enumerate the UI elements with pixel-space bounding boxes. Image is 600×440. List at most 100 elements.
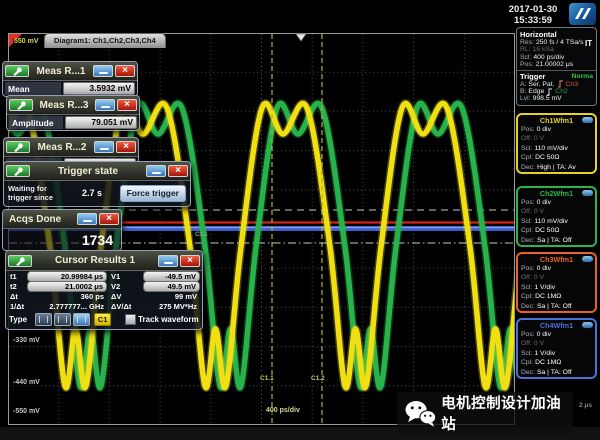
v2-value-field[interactable]: 49.5 mV xyxy=(143,281,200,292)
channel-box-ch3[interactable]: Ch3Wfm1 Pos:0 div Off:0 V Scl:1 V/div Cp… xyxy=(516,252,597,313)
settings-wrench-button[interactable] xyxy=(8,255,32,267)
rs-logo-icon xyxy=(569,3,596,25)
cursor1-hline-label: C1.1 xyxy=(194,232,209,238)
close-icon[interactable]: × xyxy=(116,141,136,153)
track-waveform-label: Track waveform xyxy=(138,315,198,324)
t1-label: t1 xyxy=(8,272,25,281)
settings-wrench-button[interactable] xyxy=(6,165,30,177)
dt-value: 360 ps xyxy=(27,292,107,301)
cursor-results-panel: Cursor Results 1 × t1 20.99984 μs V1 -49… xyxy=(5,250,203,330)
meas1-value: 3.5932 mV xyxy=(63,82,135,95)
channel-box-ch4[interactable]: Ch4Wfm1 Pos:0 div Off:0 V Scl:1 V/div Cp… xyxy=(516,318,597,379)
acqs-header[interactable]: Acqs Done × xyxy=(3,210,121,229)
ch2-title: Ch2Wfm1 xyxy=(540,189,573,198)
scl-label: Scl: xyxy=(520,54,531,61)
rl-value: 16 kSa xyxy=(533,46,554,53)
v2-label: V2 xyxy=(109,282,141,291)
res-label: Res: xyxy=(520,39,534,46)
minimize-button[interactable] xyxy=(158,255,178,267)
datetime: 2017-01-30 15:33:59 xyxy=(500,4,566,26)
cursor-source-button[interactable]: C1 xyxy=(94,313,111,326)
meas2-title: Meas R...2 xyxy=(32,142,92,153)
watermark-text: 电机控制设计加油站 xyxy=(441,392,573,434)
dvdt-value: 275 MV*Hz xyxy=(143,302,200,311)
axis-label-top: 550 mV xyxy=(13,38,40,45)
trigger-a-label: A: xyxy=(520,81,526,88)
t2-label: t2 xyxy=(8,282,25,291)
diagram-tab[interactable]: Diagram1: Ch1,Ch2,Ch3,Ch4 xyxy=(44,33,166,48)
close-icon[interactable]: × xyxy=(115,65,135,77)
timebase-label: 400 ps/div xyxy=(265,407,301,414)
date-label: 2017-01-30 xyxy=(500,4,566,15)
axis-label-m330: -330 mV xyxy=(12,337,41,344)
trigger-position-marker[interactable] xyxy=(296,34,306,41)
meas1-label: Mean xyxy=(5,82,61,95)
pos-value: 21.00002 μs xyxy=(536,61,574,68)
trigger-section-title: Trigger xyxy=(520,72,545,81)
trigger-b-label: B: xyxy=(520,88,526,95)
minimize-button[interactable] xyxy=(95,99,115,111)
dvdt-label: ΔV/Δt xyxy=(109,302,141,311)
scl-value: 400 ps/div xyxy=(533,54,564,61)
type-label: Type xyxy=(9,315,27,324)
acqs-title: Acqs Done xyxy=(5,214,75,225)
t2-value-field[interactable]: 21.0002 μs xyxy=(27,281,107,292)
trigger-mode: Norma xyxy=(571,73,593,80)
cursor-results-title: Cursor Results 1 xyxy=(34,255,156,266)
axis-label-m440: -440 mV xyxy=(12,379,41,386)
meas3-value: 79.051 mV xyxy=(65,116,137,129)
axis-right-time-label: 2 μs xyxy=(578,402,593,409)
cursor-type-vertical-icon[interactable] xyxy=(54,313,71,326)
force-trigger-button[interactable]: Force trigger xyxy=(120,185,186,202)
trigger-state-title: Trigger state xyxy=(32,166,144,177)
meas-panel-3: Meas R...3 × Amplitude 79.051 mV xyxy=(6,95,140,131)
trigger-level-label: Lvl: xyxy=(520,95,531,102)
cursor-type-horizontal-icon[interactable] xyxy=(35,313,52,326)
dv-label: ΔV xyxy=(109,292,141,301)
minimize-button[interactable] xyxy=(94,141,114,153)
time-label: 15:33:59 xyxy=(500,15,566,26)
cursor-type-both-icon[interactable] xyxy=(73,313,90,326)
meas1-header[interactable]: Meas R...1 × xyxy=(3,62,137,81)
cursor2-label: C1.2 xyxy=(310,375,326,382)
res-value: 250 fs / 4 TSa/s xyxy=(536,39,583,46)
watermark: 电机控制设计加油站 xyxy=(397,392,573,434)
dv-value: 99 mV xyxy=(143,292,200,301)
close-icon[interactable]: × xyxy=(168,165,188,177)
ch3-title: Ch3Wfm1 xyxy=(540,255,573,264)
pos-label: Pos: xyxy=(520,61,534,68)
trigger-state-panel: Trigger state × Waiting for trigger sinc… xyxy=(3,161,191,207)
settings-wrench-button[interactable] xyxy=(9,99,33,111)
oscilloscope-screen: Diagram1: Ch1,Ch2,Ch3,Ch4 550 mV -330 mV… xyxy=(0,0,600,440)
acqs-panel: Acqs Done × 1734 xyxy=(2,209,122,251)
close-icon[interactable]: × xyxy=(180,255,200,267)
cursor-results-header[interactable]: Cursor Results 1 × xyxy=(6,251,202,271)
waveform-badge-icon xyxy=(582,256,593,262)
ch4-title: Ch4Wfm1 xyxy=(540,321,573,330)
waveform-badge-icon xyxy=(582,117,593,123)
channel-box-ch2[interactable]: Ch2Wfm1 Pos:0 div Off:0 V Scl:110 mV/div… xyxy=(516,186,597,247)
cursor1-label: C1.1 xyxy=(259,375,275,382)
minimize-button[interactable] xyxy=(93,65,113,77)
trigger-b-source: Ch2 xyxy=(555,88,567,95)
meas3-title: Meas R...3 xyxy=(35,100,93,111)
trigger-a-source: Ch3 xyxy=(566,81,578,88)
settings-wrench-button[interactable] xyxy=(5,65,29,77)
meas3-label: Amplitude xyxy=(9,116,63,129)
settings-wrench-button[interactable] xyxy=(6,141,30,153)
trigger-b-type: Edge xyxy=(528,88,544,95)
trigger-state-header[interactable]: Trigger state × xyxy=(4,162,190,181)
dt-label: Δt xyxy=(8,292,25,301)
meas3-header[interactable]: Meas R...3 × xyxy=(7,96,139,115)
meas1-title: Meas R...1 xyxy=(31,66,91,77)
minimize-button[interactable] xyxy=(77,213,97,225)
close-icon[interactable]: × xyxy=(99,213,119,225)
acquisitions-count: 1734 xyxy=(3,229,121,250)
meas2-header[interactable]: Meas R...2 × xyxy=(4,138,138,157)
track-waveform-checkbox[interactable] xyxy=(125,314,136,325)
minimize-button[interactable] xyxy=(146,165,166,177)
channel-box-ch1[interactable]: Ch1Wfm1 Pos:0 div Off:0 V Scl:110 mV/div… xyxy=(516,113,597,174)
close-icon[interactable]: × xyxy=(117,99,137,111)
axis-label-m550: -550 mV xyxy=(12,408,41,415)
v1-label: V1 xyxy=(109,272,141,281)
